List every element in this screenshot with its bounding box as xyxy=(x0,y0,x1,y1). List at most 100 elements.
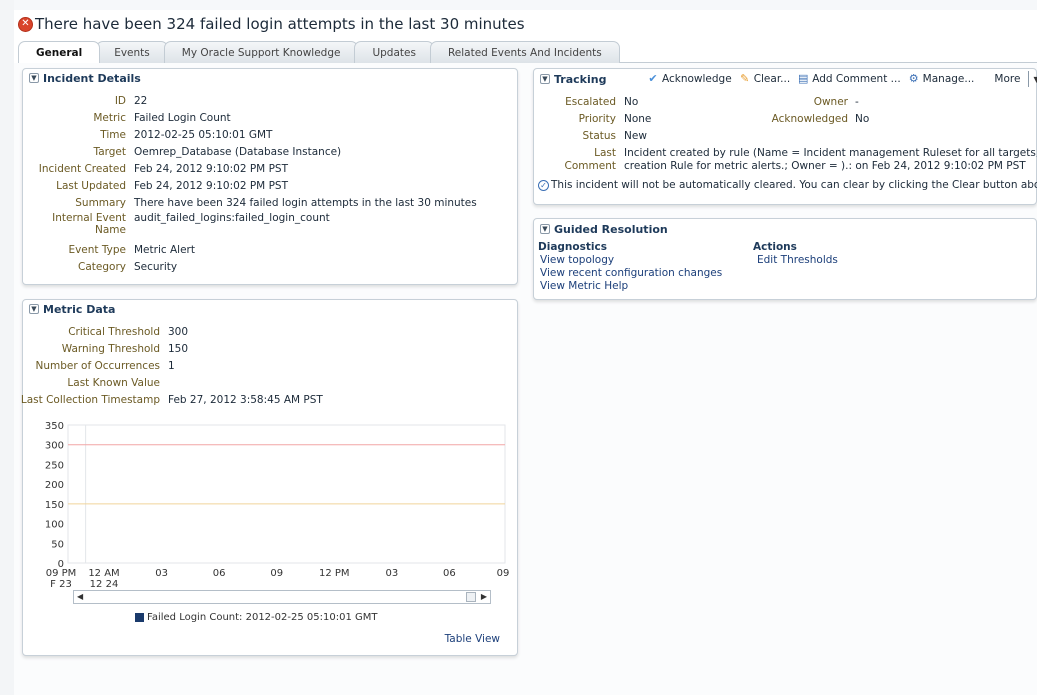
left-gutter xyxy=(0,0,14,695)
clear-note-text: This incident will not be automatically … xyxy=(551,179,1037,191)
manage-icon: ⚙ xyxy=(908,72,919,85)
tab-bar: General Events My Oracle Support Knowled… xyxy=(18,41,620,63)
y-tick-label: 200 xyxy=(45,480,64,491)
view-metric-help-link[interactable]: View Metric Help xyxy=(540,280,628,292)
legend-swatch xyxy=(135,613,144,622)
tab-general[interactable]: General xyxy=(18,41,101,63)
view-config-changes-link[interactable]: View recent configuration changes xyxy=(540,267,722,279)
field-label-line: Internal Event xyxy=(52,212,126,224)
clear-label: Clear... xyxy=(753,73,791,85)
collapse-icon[interactable]: ▼ xyxy=(540,224,550,234)
info-check-icon: ✓ xyxy=(538,179,549,191)
x-tick-sublabel: F 23 xyxy=(50,579,72,590)
field-value: Feb 27, 2012 3:58:45 AM PST xyxy=(168,394,323,406)
field-value: Security xyxy=(134,261,178,273)
field-label-line: Name xyxy=(95,224,126,236)
chart-legend: Failed Login Count: 2012-02-25 05:10:01 … xyxy=(135,612,377,623)
metric-chart: 05010015020025030035009 PMF 2312 AM12 24… xyxy=(45,421,510,590)
acknowledged-value: No xyxy=(855,113,870,125)
field-value: Feb 24, 2012 9:10:02 PM PST xyxy=(134,163,288,175)
collapse-icon[interactable]: ▼ xyxy=(540,74,550,84)
x-tick-label: 03 xyxy=(155,568,168,579)
y-tick-label: 100 xyxy=(45,520,64,531)
plot-area xyxy=(67,424,506,564)
y-tick-label: 50 xyxy=(51,539,64,550)
clear-button[interactable]: ✎ Clear... xyxy=(738,72,791,86)
incident-details-panel: ▼ Incident Details ID 22 Metric Failed L… xyxy=(22,68,518,285)
view-topology-link[interactable]: View topology xyxy=(540,254,614,266)
panel-title: Incident Details xyxy=(43,71,141,85)
field-label: ID xyxy=(114,95,126,107)
field-label: Incident Created xyxy=(38,163,126,175)
x-tick-label: 06 xyxy=(443,568,456,579)
add-comment-button[interactable]: ▤ Add Comment ... xyxy=(796,72,901,86)
x-tick-sublabel: 12 24 xyxy=(90,579,119,590)
field-label: Time xyxy=(100,129,126,141)
more-menu[interactable]: More ▼ xyxy=(994,71,1037,87)
last-comment-value: Incident created by rule (Name = Inciden… xyxy=(624,147,1037,172)
last-comment-line: Incident created by rule (Name = Inciden… xyxy=(624,147,1037,159)
top-strip xyxy=(0,0,1037,10)
scroll-left-arrow[interactable]: ◀ xyxy=(77,591,83,603)
field-label: Warning Threshold xyxy=(61,343,160,355)
owner-value: - xyxy=(855,96,859,108)
last-comment-line: creation Rule for metric alerts.; Owner … xyxy=(624,159,1026,172)
chart-scrollbar[interactable]: ◀ ▶ xyxy=(73,590,491,604)
panel-title: Metric Data xyxy=(43,302,116,316)
metric-data-panel: ▼ Metric Data Critical Threshold 300 War… xyxy=(21,299,518,656)
collapse-icon[interactable]: ▼ xyxy=(29,304,39,314)
scroll-thumb[interactable] xyxy=(466,592,476,602)
comment-icon: ▤ xyxy=(798,72,809,85)
more-label: More xyxy=(994,73,1021,85)
table-view-link[interactable]: Table View xyxy=(445,633,500,645)
field-label: Last Collection Timestamp xyxy=(20,394,160,406)
status-value: New xyxy=(624,130,647,142)
priority-label: Priority xyxy=(578,113,616,125)
chevron-down-icon[interactable]: ▼ xyxy=(1033,75,1037,84)
error-icon: ✕ xyxy=(18,16,33,32)
field-value: audit_failed_logins:failed_login_count xyxy=(134,212,330,224)
scroll-right-arrow[interactable]: ▶ xyxy=(481,591,487,603)
escalated-label: Escalated xyxy=(565,96,616,108)
tab-events[interactable]: Events xyxy=(96,41,168,63)
field-value: Metric Alert xyxy=(134,244,195,256)
field-value: 2012-02-25 05:10:01 GMT xyxy=(134,129,273,141)
checkmark-icon: ✔ xyxy=(648,72,658,85)
edit-thresholds-link[interactable]: Edit Thresholds xyxy=(757,254,838,266)
clear-note: ✓ This incident will not be automaticall… xyxy=(538,177,1037,194)
tab-related-events[interactable]: Related Events And Incidents xyxy=(429,41,620,63)
field-label: Event Type xyxy=(68,244,126,256)
y-tick-label: 250 xyxy=(45,460,64,471)
x-tick-label: 09 xyxy=(270,568,283,579)
tab-updates[interactable]: Updates xyxy=(354,41,434,63)
x-tick-label: 12 AM xyxy=(88,568,119,579)
last-comment-label: Last Comment xyxy=(534,147,616,172)
y-tick-label: 150 xyxy=(45,500,64,511)
field-label: Category xyxy=(78,261,126,273)
page-title: There have been 324 failed login attempt… xyxy=(35,15,525,33)
escalated-value: No xyxy=(624,96,639,108)
field-label: Summary xyxy=(75,197,126,209)
incident-details-header: ▼ Incident Details xyxy=(23,69,517,87)
tab-support-knowledge[interactable]: My Oracle Support Knowledge xyxy=(163,41,359,63)
x-tick-label: 06 xyxy=(213,568,226,579)
x-tick-label: 09 xyxy=(497,568,510,579)
last-comment-label-line: Comment xyxy=(564,159,616,172)
panel-title: Tracking xyxy=(554,72,607,86)
toolbar-separator xyxy=(1028,71,1030,87)
field-label: Internal Event Name xyxy=(23,212,126,236)
acknowledge-button[interactable]: ✔ Acknowledge xyxy=(646,72,731,86)
field-label: Number of Occurrences xyxy=(35,360,160,372)
page-header: ✕ There have been 324 failed login attem… xyxy=(18,14,525,34)
y-tick-label: 350 xyxy=(45,421,64,432)
diagnostics-section: Diagnostics View topology View recent co… xyxy=(538,241,722,293)
collapse-icon[interactable]: ▼ xyxy=(29,73,39,83)
field-label: Critical Threshold xyxy=(68,326,160,338)
field-value: 150 xyxy=(168,343,189,355)
acknowledged-label: Acknowledged xyxy=(771,113,848,125)
guided-resolution-header: ▼ Guided Resolution xyxy=(534,219,1036,239)
field-value: Failed Login Count xyxy=(134,112,231,124)
manage-button[interactable]: ⚙ Manage... xyxy=(907,72,975,86)
field-value: 300 xyxy=(168,326,189,338)
guided-resolution-panel: ▼ Guided Resolution Diagnostics View top… xyxy=(533,218,1037,300)
